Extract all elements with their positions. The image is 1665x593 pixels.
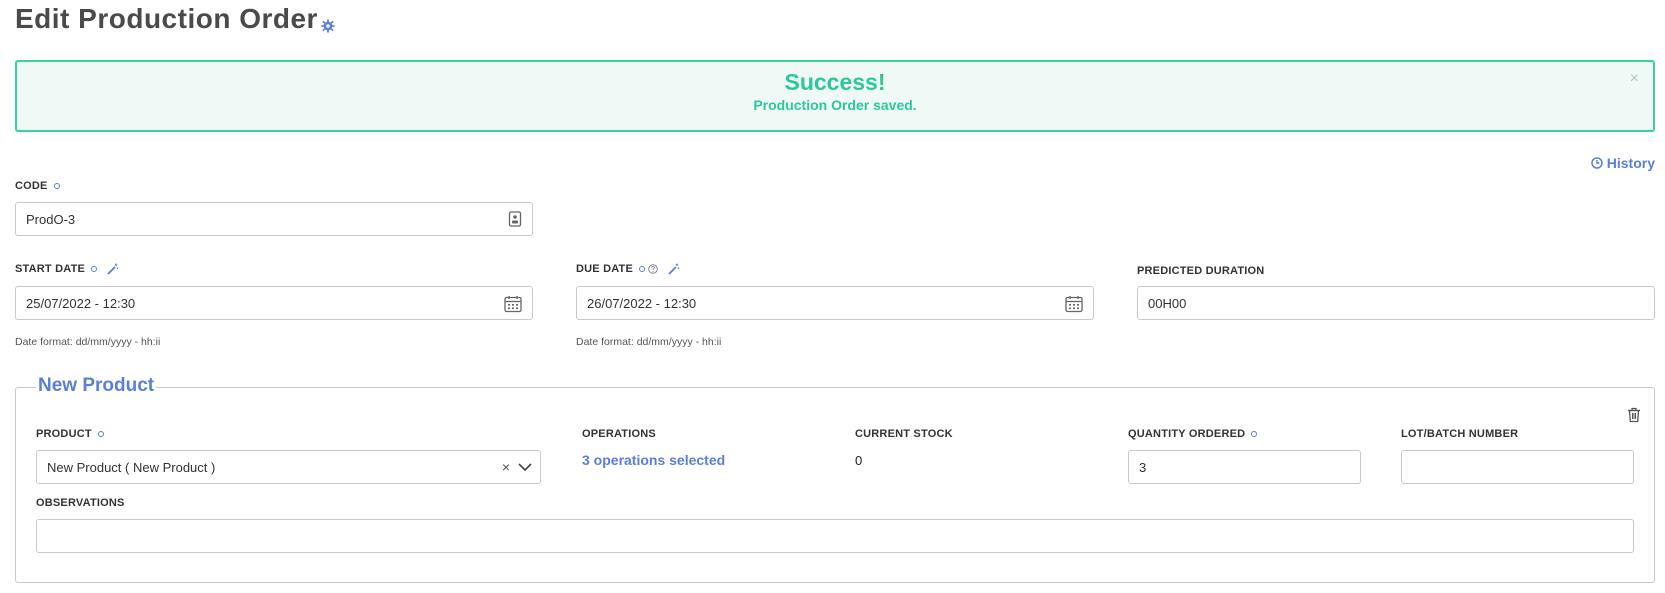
start-date-value: 25/07/2022 - 12:30 — [26, 295, 136, 311]
code-value: ProdO-3 — [26, 211, 76, 227]
id-card-icon[interactable] — [508, 211, 522, 227]
predicted-duration-value: 00H00 — [1148, 295, 1187, 311]
history-label: History — [1606, 155, 1655, 171]
code-label: CODE — [15, 180, 60, 192]
clear-icon[interactable]: × — [502, 459, 510, 475]
quantity-ordered-label-text: QUANTITY ORDERED — [1128, 428, 1246, 440]
required-icon — [1251, 431, 1258, 437]
quantity-ordered-input[interactable]: 3 — [1128, 450, 1361, 484]
required-icon — [639, 266, 646, 272]
product-value: New Product ( New Product ) — [47, 459, 216, 475]
start-date-label: START DATE — [15, 263, 119, 275]
gear-icon[interactable] — [321, 19, 335, 33]
observations-label-text: OBSERVATIONS — [36, 497, 125, 509]
current-stock-label: CURRENT STOCK — [855, 428, 953, 440]
observations-label: OBSERVATIONS — [36, 497, 125, 509]
lot-batch-input[interactable] — [1401, 450, 1634, 484]
observations-input[interactable] — [36, 519, 1634, 553]
quantity-ordered-label: QUANTITY ORDERED — [1128, 428, 1258, 440]
required-icon — [53, 183, 60, 189]
required-icon — [97, 431, 104, 437]
success-alert: Success! Production Order saved. × — [15, 60, 1655, 132]
clock-icon — [1591, 157, 1603, 169]
product-label: PRODUCT — [36, 428, 104, 440]
due-date-input[interactable]: 26/07/2022 - 12:30 — [576, 286, 1094, 320]
page-title: Edit Production Order — [15, 3, 335, 35]
due-date-value: 26/07/2022 - 12:30 — [587, 295, 697, 311]
current-stock-label-text: CURRENT STOCK — [855, 428, 953, 440]
operations-link[interactable]: 3 operations selected — [582, 452, 725, 468]
required-icon — [91, 266, 98, 272]
magic-wand-icon[interactable] — [668, 263, 680, 275]
predicted-duration-label: PREDICTED DURATION — [1137, 265, 1264, 277]
lot-batch-label-text: LOT/BATCH NUMBER — [1401, 428, 1519, 440]
operations-label: OPERATIONS — [582, 428, 656, 440]
magic-wand-icon[interactable] — [107, 263, 119, 275]
help-icon[interactable] — [648, 264, 658, 274]
predicted-duration-label-text: PREDICTED DURATION — [1137, 265, 1265, 277]
alert-message: Production Order saved. — [753, 97, 917, 113]
page-title-text: Edit Production Order — [15, 3, 318, 34]
start-date-input[interactable]: 25/07/2022 - 12:30 — [15, 286, 533, 320]
code-input[interactable]: ProdO-3 — [15, 202, 533, 236]
lot-batch-label: LOT/BATCH NUMBER — [1401, 428, 1518, 440]
product-fieldset — [15, 387, 1655, 583]
chevron-down-icon[interactable] — [518, 462, 532, 472]
due-date-label: DUE DATE — [576, 263, 680, 275]
alert-title: Success! — [784, 69, 886, 95]
calendar-icon[interactable] — [504, 295, 522, 313]
operations-label-text: OPERATIONS — [582, 428, 656, 440]
start-date-hint: Date format: dd/mm/yyyy - hh:ii — [15, 336, 161, 348]
trash-icon[interactable] — [1627, 407, 1641, 423]
code-label-text: CODE — [15, 180, 48, 192]
due-date-label-text: DUE DATE — [576, 263, 634, 275]
history-link[interactable]: History — [1591, 155, 1655, 171]
calendar-icon[interactable] — [1065, 295, 1083, 313]
product-select[interactable]: New Product ( New Product ) × — [36, 450, 541, 484]
product-label-text: PRODUCT — [36, 428, 92, 440]
product-section-title: New Product — [36, 375, 157, 397]
current-stock-value: 0 — [855, 453, 863, 468]
quantity-ordered-value: 3 — [1139, 459, 1147, 475]
predicted-duration-input[interactable]: 00H00 — [1137, 286, 1655, 320]
close-icon[interactable]: × — [1630, 70, 1639, 88]
start-date-label-text: START DATE — [15, 263, 86, 275]
due-date-hint: Date format: dd/mm/yyyy - hh:ii — [576, 336, 722, 348]
